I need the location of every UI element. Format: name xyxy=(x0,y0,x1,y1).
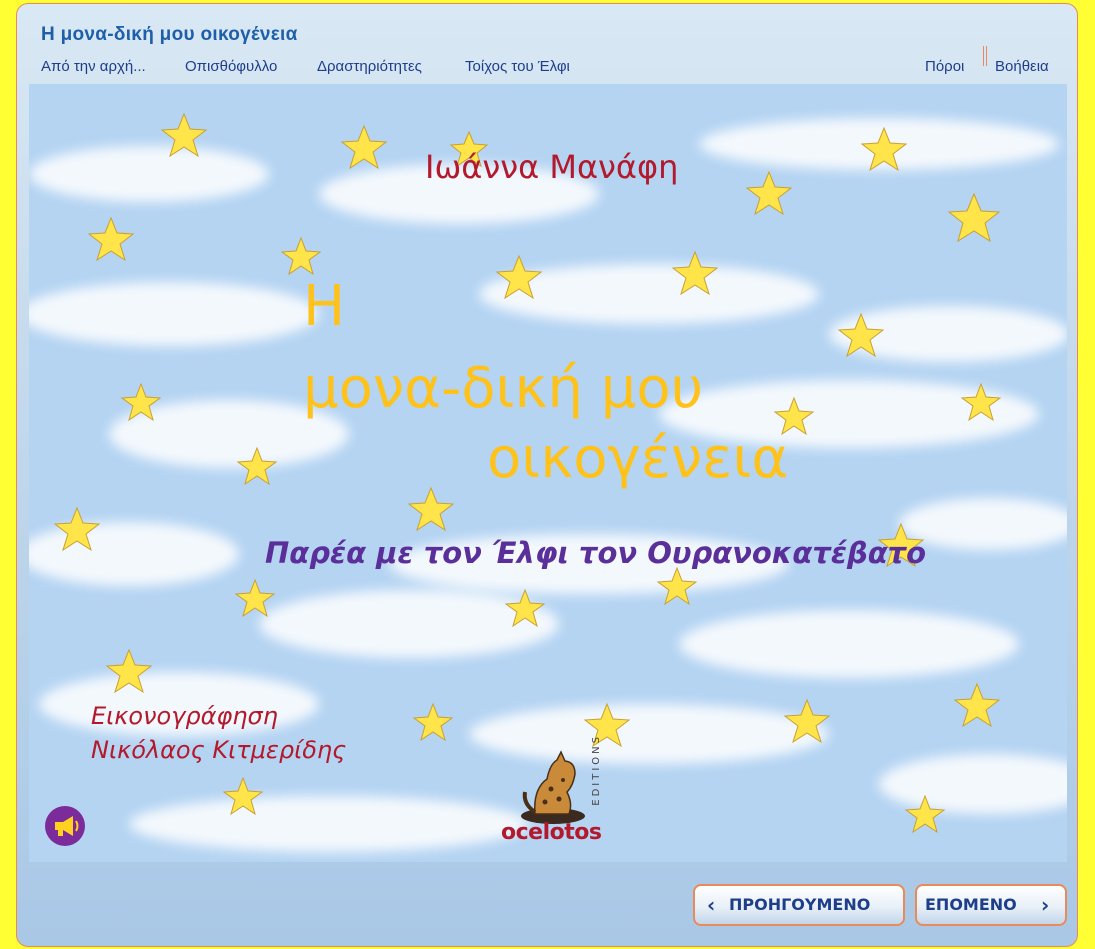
publisher-editions: EDITIONS xyxy=(591,734,602,806)
previous-button-label: ΠΡΟΗΓΟΥΜΕΝΟ xyxy=(729,895,871,914)
cover-title-line-2: μονα-δική μου xyxy=(303,356,704,421)
nav-link-back-cover[interactable]: Οπισθόφυλλο xyxy=(185,58,277,75)
cover-title-line-3: οικογένεια xyxy=(487,426,789,491)
next-page-button[interactable]: ΕΠΟΜΕΝΟ › xyxy=(915,884,1067,926)
book-frame: Η μονα-δική μου οικογένεια Από την αρχή.… xyxy=(16,3,1078,947)
audio-button[interactable] xyxy=(45,806,85,846)
publisher-name: ocelotos xyxy=(501,820,602,845)
nav-link-start[interactable]: Από την αρχή... xyxy=(41,58,146,75)
nav-link-activities[interactable]: Δραστηριότητες xyxy=(317,58,422,75)
author-name: Ιωάννα Μανάφη xyxy=(425,148,679,186)
cover-title-line-1: Η xyxy=(303,274,346,339)
chevron-left-icon: ‹ xyxy=(707,893,716,917)
cover-subtitle: Παρέα με τον Έλφι τον Ουρανοκατέβατο xyxy=(265,536,927,570)
nav-separator xyxy=(983,46,987,66)
previous-page-button[interactable]: ‹ ΠΡΟΗΓΟΥΜΕΝΟ xyxy=(693,884,905,926)
megaphone-icon xyxy=(55,816,79,836)
nav-link-help[interactable]: Βοήθεια xyxy=(995,58,1049,75)
chevron-right-icon: › xyxy=(1041,893,1050,917)
illustration-label: Εικονογράφηση xyxy=(91,702,278,730)
book-title: Η μονα-δική μου οικογένεια xyxy=(41,24,298,45)
nav-link-elfi-wall[interactable]: Τοίχος του Έλφι xyxy=(465,58,570,75)
cover-page: Ιωάννα Μανάφη Η μονα-δική μου οικογένεια… xyxy=(29,84,1067,862)
nav-link-resources[interactable]: Πόροι xyxy=(925,58,964,75)
next-button-label: ΕΠΟΜΕΝΟ xyxy=(925,895,1017,914)
illustrator-name: Νικόλαος Κιτμερίδης xyxy=(91,736,347,764)
